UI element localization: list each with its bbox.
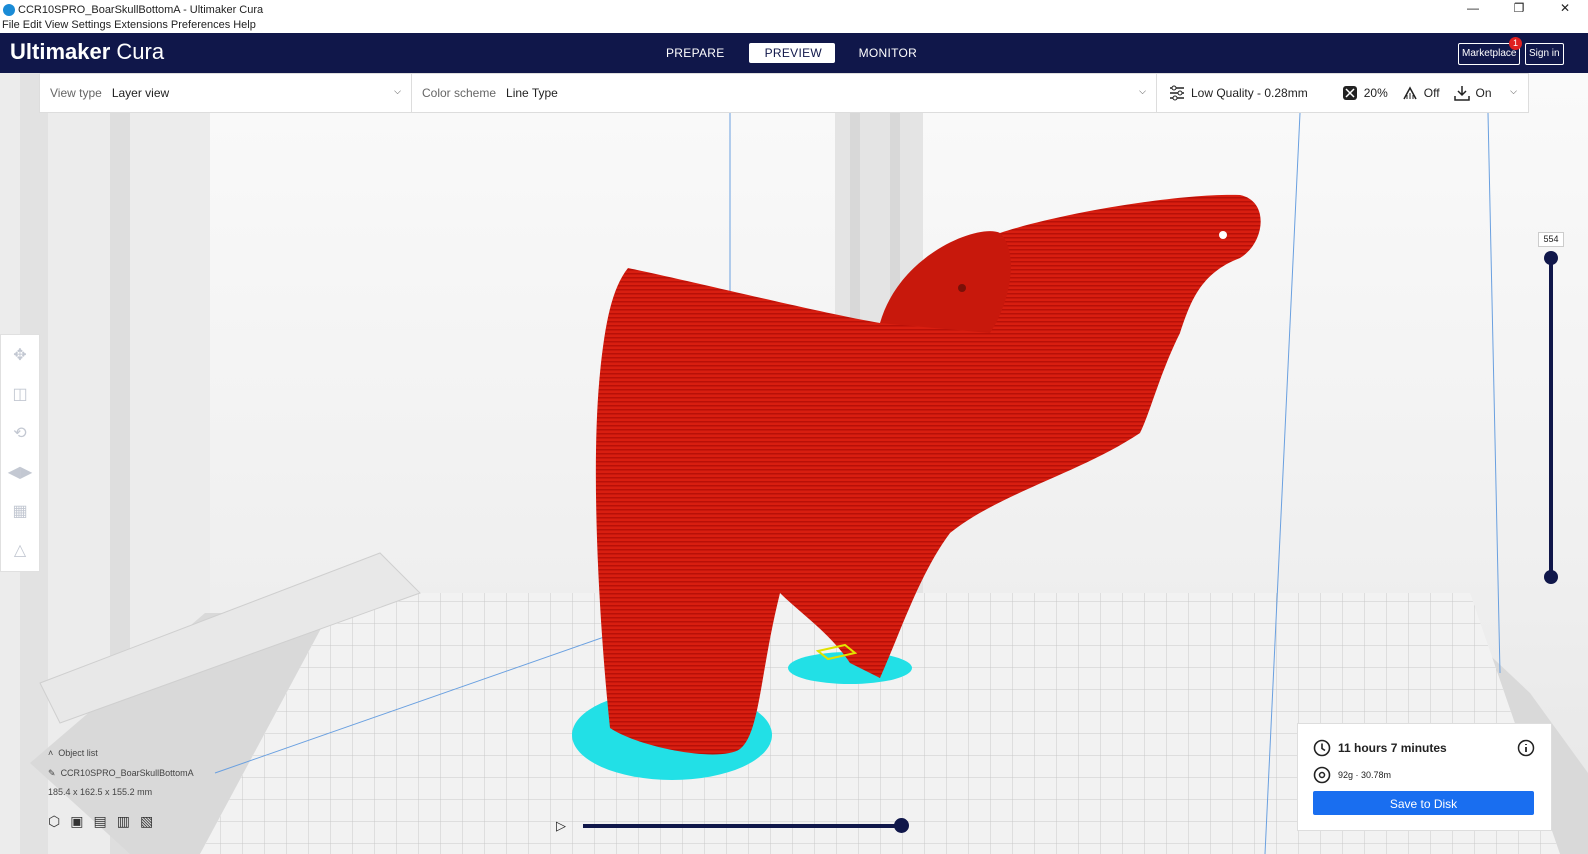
pencil-icon: ✎ bbox=[48, 768, 56, 778]
move-tool-icon[interactable]: ✥ bbox=[1, 335, 39, 374]
chevron-down-icon: ⌵ bbox=[1139, 86, 1146, 96]
color-scheme-value: Line Type bbox=[506, 86, 558, 100]
support-blocker-icon[interactable]: △ bbox=[1, 530, 39, 569]
chevron-down-icon: ⌵ bbox=[1510, 86, 1517, 96]
menu-edit[interactable]: Edit bbox=[23, 19, 42, 33]
spool-icon bbox=[1313, 766, 1331, 784]
sliders-icon bbox=[1170, 85, 1184, 101]
chevron-down-icon: ⌵ bbox=[394, 86, 401, 96]
adhesion-value: On bbox=[1475, 86, 1492, 100]
window-title: CCR10SPRO_BoarSkullBottomA - Ultimaker C… bbox=[18, 3, 264, 16]
view-type-value: Layer view bbox=[111, 86, 170, 100]
window-titlebar: CCR10SPRO_BoarSkullBottomA - Ultimaker C… bbox=[0, 0, 1588, 19]
menu-view[interactable]: View bbox=[45, 19, 69, 33]
object-name: CCR10SPRO_BoarSkullBottomA bbox=[60, 768, 194, 778]
material-row: 92g · 30.78m bbox=[1313, 766, 1391, 784]
minimize-button[interactable]: — bbox=[1450, 0, 1496, 19]
object-name-row[interactable]: ✎ CCR10SPRO_BoarSkullBottomA bbox=[48, 768, 194, 779]
menu-preferences[interactable]: Preferences bbox=[171, 19, 230, 33]
color-scheme-dropdown[interactable]: Color scheme Line Type ⌵ bbox=[412, 74, 1157, 112]
info-icon[interactable] bbox=[1517, 739, 1535, 757]
top-view-icon[interactable]: ▤ bbox=[93, 813, 106, 830]
save-to-disk-button[interactable]: Save to Disk bbox=[1313, 791, 1534, 815]
layer-slider-top-handle[interactable] bbox=[1544, 251, 1558, 265]
per-model-settings-icon[interactable]: ▦ bbox=[1, 491, 39, 530]
tab-monitor[interactable]: MONITOR bbox=[843, 43, 934, 63]
support-setting: Off bbox=[1402, 85, 1440, 101]
layer-slider-track[interactable] bbox=[1549, 258, 1553, 578]
view-toolbar: View type Layer view ⌵ Color scheme Line… bbox=[39, 73, 1529, 113]
object-list-title: Object list bbox=[58, 748, 98, 758]
tab-prepare[interactable]: PREPARE bbox=[650, 43, 741, 63]
infill-setting: 20% bbox=[1342, 85, 1388, 101]
sign-in-button[interactable]: Sign in bbox=[1525, 43, 1564, 65]
object-list-toggle[interactable]: ˄ Object list bbox=[48, 748, 194, 758]
mirror-tool-icon[interactable]: ◀▶ bbox=[1, 452, 39, 491]
tool-panel: ✥ ◫ ⟲ ◀▶ ▦ △ bbox=[0, 334, 40, 572]
camera-view-buttons: ⬡ ▣ ▤ ▥ ▧ bbox=[48, 813, 194, 830]
infill-value: 20% bbox=[1363, 86, 1388, 100]
app-header: Ultimaker Cura PREPARE PREVIEW MONITOR M… bbox=[0, 33, 1588, 73]
support-value: Off bbox=[1423, 86, 1440, 100]
menu-help[interactable]: Help bbox=[233, 19, 256, 33]
right-view-icon[interactable]: ▧ bbox=[140, 813, 153, 830]
print-time: 11 hours 7 minutes bbox=[1338, 741, 1447, 755]
scale-tool-icon[interactable]: ◫ bbox=[1, 374, 39, 413]
path-slider-handle[interactable] bbox=[894, 818, 909, 833]
close-button[interactable]: ✕ bbox=[1542, 0, 1588, 19]
cura-app-icon bbox=[3, 3, 15, 16]
layer-number-field[interactable]: 554 bbox=[1538, 232, 1564, 247]
object-list-panel: ˄ Object list ✎ CCR10SPRO_BoarSkullBotto… bbox=[48, 748, 194, 830]
logo-bold: Ultimaker bbox=[10, 39, 111, 64]
print-info-card: 11 hours 7 minutes 92g · 30.78m Save to … bbox=[1297, 723, 1552, 831]
support-icon bbox=[1403, 86, 1417, 100]
color-scheme-label: Color scheme bbox=[422, 86, 497, 100]
menu-extensions[interactable]: Extensions bbox=[114, 19, 168, 33]
path-slider-track[interactable] bbox=[583, 824, 901, 828]
quality-setting: Low Quality - 0.28mm bbox=[1169, 85, 1308, 101]
front-view-icon[interactable]: ▣ bbox=[70, 813, 83, 830]
stage-tabs: PREPARE PREVIEW MONITOR bbox=[650, 43, 933, 63]
menu-bar: File Edit View Settings Extensions Prefe… bbox=[0, 19, 1588, 33]
ultimaker-cura-logo: Ultimaker Cura bbox=[10, 39, 164, 65]
print-settings-button[interactable]: Low Quality - 0.28mm 20% Off On ⌵ bbox=[1157, 74, 1527, 112]
logo-light: Cura bbox=[116, 39, 165, 64]
rotate-tool-icon[interactable]: ⟲ bbox=[1, 413, 39, 452]
clock-icon bbox=[1313, 739, 1331, 757]
play-simulation-icon[interactable]: ▷ bbox=[556, 818, 566, 834]
view-type-dropdown[interactable]: View type Layer view ⌵ bbox=[40, 74, 412, 112]
infill-icon bbox=[1342, 86, 1357, 100]
quality-value: Low Quality - 0.28mm bbox=[1191, 86, 1308, 100]
object-dimensions: 185.4 x 162.5 x 155.2 mm bbox=[48, 787, 153, 797]
adhesion-setting: On bbox=[1453, 85, 1492, 101]
restore-button[interactable]: ❐ bbox=[1496, 0, 1542, 19]
left-view-icon[interactable]: ▥ bbox=[117, 813, 130, 830]
print-time-row: 11 hours 7 minutes bbox=[1313, 739, 1447, 757]
layer-slider-bottom-handle[interactable] bbox=[1544, 570, 1558, 584]
marketplace-notification-badge: 1 bbox=[1509, 37, 1522, 50]
tab-preview[interactable]: PREVIEW bbox=[748, 43, 835, 63]
menu-settings[interactable]: Settings bbox=[71, 19, 111, 33]
chevron-up-icon: ˄ bbox=[48, 748, 54, 758]
material-usage: 92g · 30.78m bbox=[1338, 770, 1392, 780]
3d-view-icon[interactable]: ⬡ bbox=[48, 813, 60, 830]
adhesion-icon bbox=[1453, 86, 1470, 101]
view-type-label: View type bbox=[50, 86, 102, 100]
menu-file[interactable]: File bbox=[2, 19, 20, 33]
